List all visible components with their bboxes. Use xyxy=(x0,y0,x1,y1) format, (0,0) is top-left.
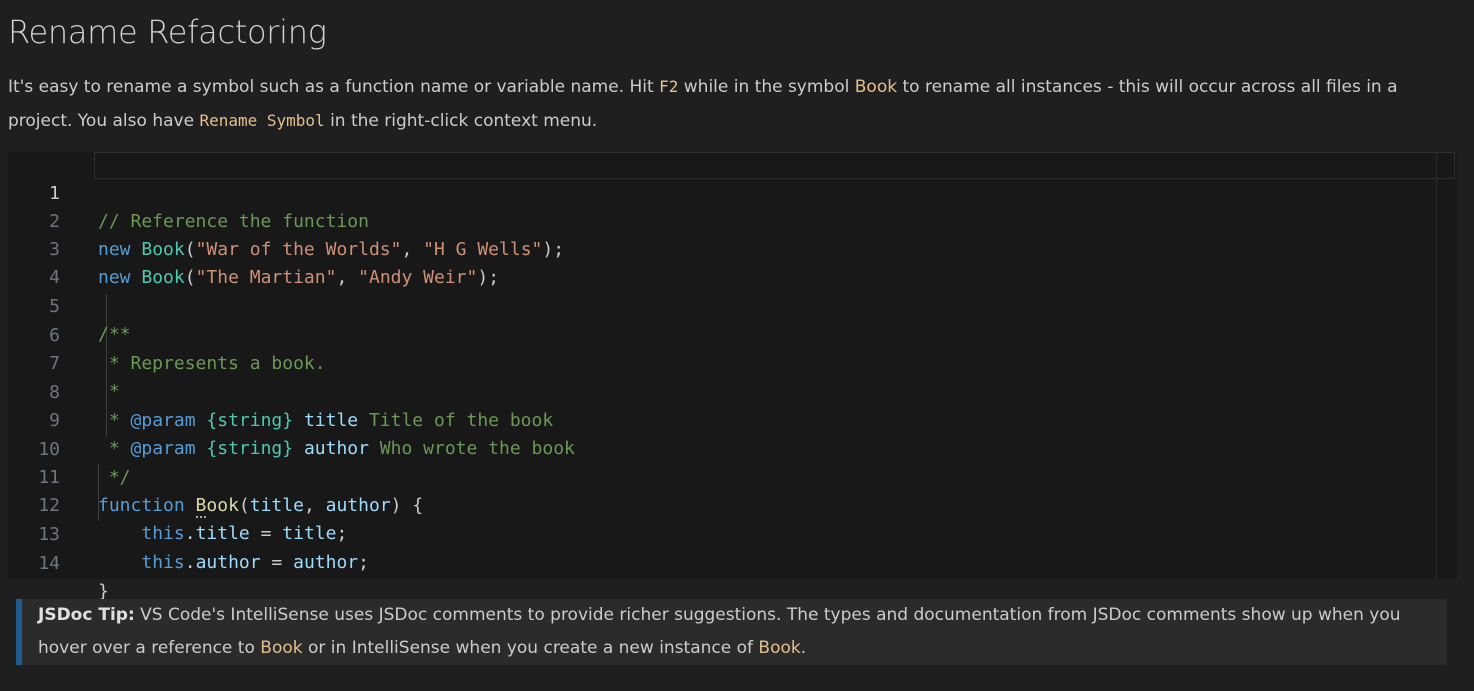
function-name-rest: ook xyxy=(206,495,239,516)
jsdoc-param-name: title xyxy=(303,410,359,431)
symbol-book-link[interactable]: Book xyxy=(758,638,800,658)
code-line-13[interactable]: 13 this.author = author; xyxy=(8,493,369,573)
punctuation: , xyxy=(336,267,359,288)
string-literal: "The Martian" xyxy=(195,267,337,288)
punctuation: ); xyxy=(542,239,565,260)
symbol-book-definition[interactable]: Book xyxy=(195,495,239,518)
symbol-book-link[interactable]: Book xyxy=(855,77,897,97)
operator: = xyxy=(249,523,283,544)
walkthrough-page: Rename Refactoring It's easy to rename a… xyxy=(0,0,1474,691)
page-title: Rename Refactoring xyxy=(8,13,327,51)
jsdoc-type: {string} xyxy=(206,410,294,431)
code-line-14[interactable]: 14 } xyxy=(8,522,109,602)
current-line-highlight xyxy=(94,152,1455,179)
line-number: 14 xyxy=(38,553,60,574)
code-line-8[interactable]: 8 * @param {string} title Title of the b… xyxy=(8,351,553,431)
keyword-function: function xyxy=(98,495,185,516)
value-title: title xyxy=(282,523,337,544)
code-comment: * xyxy=(98,381,120,402)
code-line-4[interactable]: 4 xyxy=(8,236,73,288)
tip-text-3: . xyxy=(800,638,807,658)
value-author: author xyxy=(293,552,359,573)
tip-label: JSDoc Tip: xyxy=(38,605,135,625)
page-description: It's easy to rename a symbol such as a f… xyxy=(8,70,1448,138)
keyword-new: new xyxy=(98,239,131,260)
operator: = xyxy=(260,552,294,573)
punctuation: ; xyxy=(336,523,348,544)
cursor-hint-marker: B xyxy=(195,495,207,518)
comment-star: * xyxy=(98,438,131,459)
punctuation: ) { xyxy=(390,495,424,516)
jsdoc-tip-callout: JSDoc Tip: VS Code's IntelliSense uses J… xyxy=(16,599,1447,665)
keybinding-f2[interactable]: F2 xyxy=(659,77,678,96)
param-author: author xyxy=(325,495,391,516)
code-comment: // Reference the function xyxy=(98,211,369,232)
punctuation: ( xyxy=(184,239,196,260)
string-literal: "H G Wells" xyxy=(423,239,543,260)
string-literal: "War of the Worlds" xyxy=(195,239,402,260)
keyword-this: this xyxy=(141,552,185,573)
jsdoc-tag: @param xyxy=(130,410,196,431)
code-line-5[interactable]: 5 /** xyxy=(8,265,130,345)
code-line-7[interactable]: 7 * xyxy=(8,322,120,402)
code-comment: * Represents a book. xyxy=(98,353,326,374)
jsdoc-type: {string} xyxy=(206,438,294,459)
desc-text-2: while in the symbol xyxy=(678,77,855,97)
punctuation: , xyxy=(303,495,326,516)
desc-text-1: It's easy to rename a symbol such as a f… xyxy=(8,77,660,97)
jsdoc-param-name: author xyxy=(303,438,369,459)
punctuation: . xyxy=(184,552,196,573)
jsdoc-description: Who wrote the book xyxy=(368,438,575,459)
string-literal: "Andy Weir" xyxy=(358,267,478,288)
code-line-12[interactable]: 12 this.title = title; xyxy=(8,464,347,544)
code-comment: */ xyxy=(98,467,131,488)
rename-symbol-command[interactable]: Rename Symbol xyxy=(199,111,324,130)
property-author: author xyxy=(195,552,261,573)
code-line-1[interactable]: 1 // Reference the function xyxy=(8,152,369,232)
symbol-book-reference[interactable]: Book xyxy=(141,267,184,288)
symbol-book-reference[interactable]: Book xyxy=(141,239,184,260)
code-line-6[interactable]: 6 * Represents a book. xyxy=(8,294,325,374)
code-line-3[interactable]: 3 new Book("The Martian", "Andy Weir"); xyxy=(8,208,499,288)
code-line-11[interactable]: 11 function Book(title, author) { xyxy=(8,436,423,518)
keyword-this: this xyxy=(141,523,185,544)
punctuation: ; xyxy=(358,552,369,573)
property-title: title xyxy=(195,523,250,544)
punctuation: ( xyxy=(238,495,250,516)
jsdoc-tag: @param xyxy=(130,438,196,459)
desc-text-4: in the right-click context menu. xyxy=(324,111,598,131)
tip-text-2: or in IntelliSense when you create a new… xyxy=(302,638,759,658)
punctuation: ); xyxy=(477,267,500,288)
keyword-new: new xyxy=(98,267,131,288)
code-line-2[interactable]: 2 new Book("War of the Worlds", "H G Wel… xyxy=(8,180,564,260)
punctuation: ( xyxy=(184,267,196,288)
param-title: title xyxy=(249,495,304,516)
punctuation: , xyxy=(401,239,424,260)
code-line-9[interactable]: 9 * @param {string} author Who wrote the… xyxy=(8,379,575,459)
symbol-book-link[interactable]: Book xyxy=(260,638,302,658)
code-editor[interactable]: 1 // Reference the function 2 new Book("… xyxy=(8,152,1457,602)
punctuation: . xyxy=(184,523,196,544)
code-line-10[interactable]: 10 */ xyxy=(8,408,130,488)
comment-star: * xyxy=(98,410,131,431)
jsdoc-description: Title of the book xyxy=(358,410,554,431)
vertical-scrollbar[interactable] xyxy=(1436,152,1437,579)
code-comment: /** xyxy=(98,324,131,345)
